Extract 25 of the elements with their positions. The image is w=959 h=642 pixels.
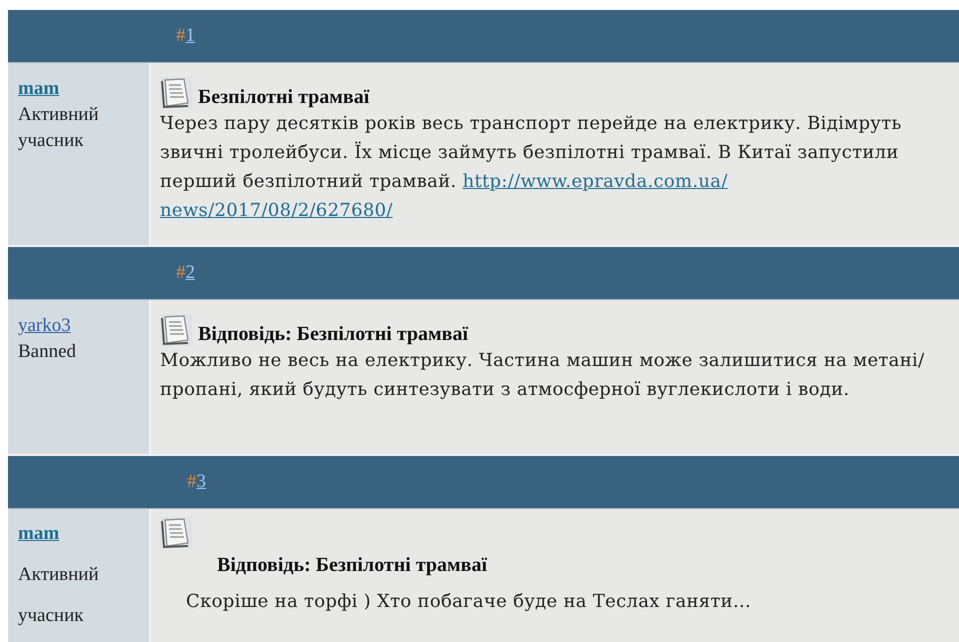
post-title: Відповідь: Безпілотні трамваї [198,322,468,346]
user-rank: учасник [18,129,84,153]
post-title: Відповідь: Безпілотні трамваї [217,553,487,577]
hash-mark: # [176,262,186,283]
post-number-link[interactable]: 2 [186,262,195,283]
post-text: Скоріше на торфі ) Хто побагаче буде на Теслах ганяти... [186,590,752,614]
document-icon [160,77,192,109]
hash-mark: # [176,25,186,46]
article-link[interactable]: news/2017/08/2/627680/ [160,200,393,221]
post-text: Через пару десятків років весь транспорт перейде на електрику. Відімруть звичні тролейбуси. Їх місце займуть безпілотні трамваї. В Китаї запустили перший безпілотний трамвай. http://www.epravda.com.ua/ news/2017/08/2/627680/ [160,112,903,223]
hash-mark: # [187,471,196,492]
document-icon [160,517,192,549]
user-rank: Banned [18,340,78,364]
username-link[interactable]: yarko3 [18,313,71,339]
username-link[interactable]: mam [18,513,60,554]
user-rank: учасник [18,604,84,628]
post-number-link[interactable]: 3 [196,471,206,492]
post-text: Можливо не весь на електрику. Частина машин може залишитися на метані/пропані, який будуть синтезувати з атмосферної вуглекислоти і води. [160,349,926,402]
article-link[interactable]: http://www.epravda.com.ua/ [462,171,728,192]
post-title: Безпілотні трамваї [198,85,370,109]
user-rank: Активний [18,103,100,127]
document-icon [160,314,192,346]
user-rank: Активний [18,563,100,587]
post-number-link[interactable]: 1 [186,25,195,46]
username-link[interactable]: mam [18,76,60,102]
